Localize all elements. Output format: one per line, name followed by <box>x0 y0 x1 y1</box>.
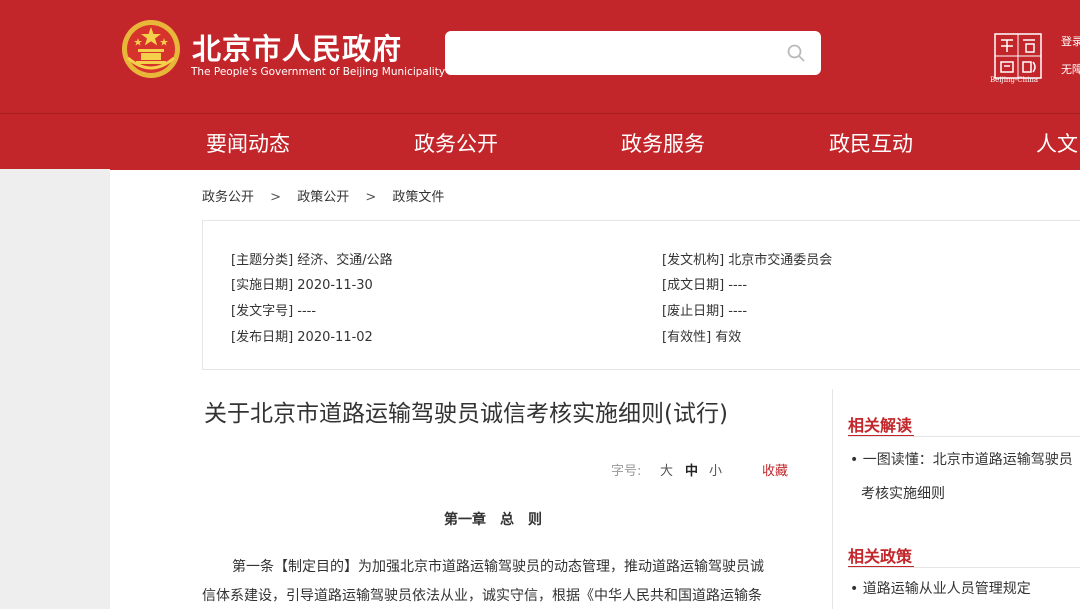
font-size-medium-button[interactable]: 中 <box>685 460 698 479</box>
capital-logo-icon[interactable] <box>993 32 1043 82</box>
search-input[interactable] <box>445 31 821 75</box>
breadcrumb-item-policy-documents[interactable]: 政策文件 <box>392 186 444 205</box>
breadcrumb-item-government-affairs[interactable]: 政务公开 <box>202 186 254 205</box>
meta-effective-date: [实施日期] 2020-11-30 <box>231 278 373 293</box>
meta-validity: [有效性] 有效 <box>662 330 742 345</box>
main-nav: 要闻动态 政务公开 政务服务 政民互动 人文 <box>0 113 1080 170</box>
site-subtitle: The People's Government of Beijing Munic… <box>191 66 446 78</box>
meta-topic: [主题分类] 经济、交通/公路 <box>231 253 393 268</box>
national-emblem-icon <box>122 20 180 78</box>
breadcrumb: 政务公开 > 政策公开 > 政策文件 <box>202 186 444 205</box>
related-reading-link-continued[interactable]: 考核实施细则 <box>861 483 945 503</box>
meta-issuing-agency: [发文机构] 北京市交通委员会 <box>662 253 833 268</box>
breadcrumb-item-policy[interactable]: 政策公开 <box>297 186 349 205</box>
section-divider <box>848 436 1080 437</box>
meta-publish-date: [发布日期] 2020-11-02 <box>231 330 373 345</box>
related-policy-heading: 相关政策 <box>848 547 913 566</box>
document-metadata: [主题分类] 经济、交通/公路 [实施日期] 2020-11-30 [发文字号]… <box>202 220 1080 370</box>
site-header: 北京市人民政府 The People's Government of Beiji… <box>0 0 1080 113</box>
favorite-button[interactable]: 收藏 <box>762 460 788 479</box>
article-paragraph-line: 第一条【制定目的】为加强北京市道路运输驾驶员的动态管理，推动道路运输驾驶员诚 <box>232 559 764 575</box>
font-size-label: 字号: <box>611 464 642 479</box>
related-reading-heading: 相关解读 <box>848 416 913 435</box>
site-title[interactable]: 北京市人民政府 <box>192 26 402 68</box>
meta-repeal-date: [废止日期] ---- <box>662 304 748 319</box>
related-policy-link[interactable]: • 道路运输从业人员管理规定 <box>850 578 1031 598</box>
breadcrumb-separator: > <box>365 190 377 205</box>
page-title: 关于北京市道路运输驾驶员诚信考核实施细则(试行) <box>204 401 728 427</box>
breadcrumb-separator: > <box>270 190 282 205</box>
accessibility-link[interactable]: 无障 <box>1061 61 1080 77</box>
section-divider <box>848 567 1080 568</box>
article-paragraph-line: 信体系建设，引导道路运输驾驶员依法从业，诚实守信，根据《中华人民共和国道路运输条 <box>202 588 762 604</box>
nav-item-government-affairs[interactable]: 政务公开 <box>414 128 498 158</box>
meta-written-date: [成文日期] ---- <box>662 278 748 293</box>
left-gutter <box>0 169 110 609</box>
font-size-large-button[interactable]: 大 <box>660 460 673 479</box>
column-divider <box>832 389 833 609</box>
nav-item-culture[interactable]: 人文 <box>1036 128 1078 158</box>
search-icon[interactable] <box>786 43 806 63</box>
login-link[interactable]: 登录 <box>1061 33 1080 49</box>
nav-item-interaction[interactable]: 政民互动 <box>829 128 913 158</box>
nav-item-news[interactable]: 要闻动态 <box>206 128 290 158</box>
related-reading-link[interactable]: • 一图读懂：北京市道路运输驾驶员 <box>850 449 1073 469</box>
meta-document-number: [发文字号] ---- <box>231 304 317 319</box>
chapter-heading: 第一章 总 则 <box>444 512 542 528</box>
capital-logo-caption: Beijing-China <box>990 76 1039 84</box>
font-size-small-button[interactable]: 小 <box>709 460 722 479</box>
nav-item-services[interactable]: 政务服务 <box>621 128 705 158</box>
